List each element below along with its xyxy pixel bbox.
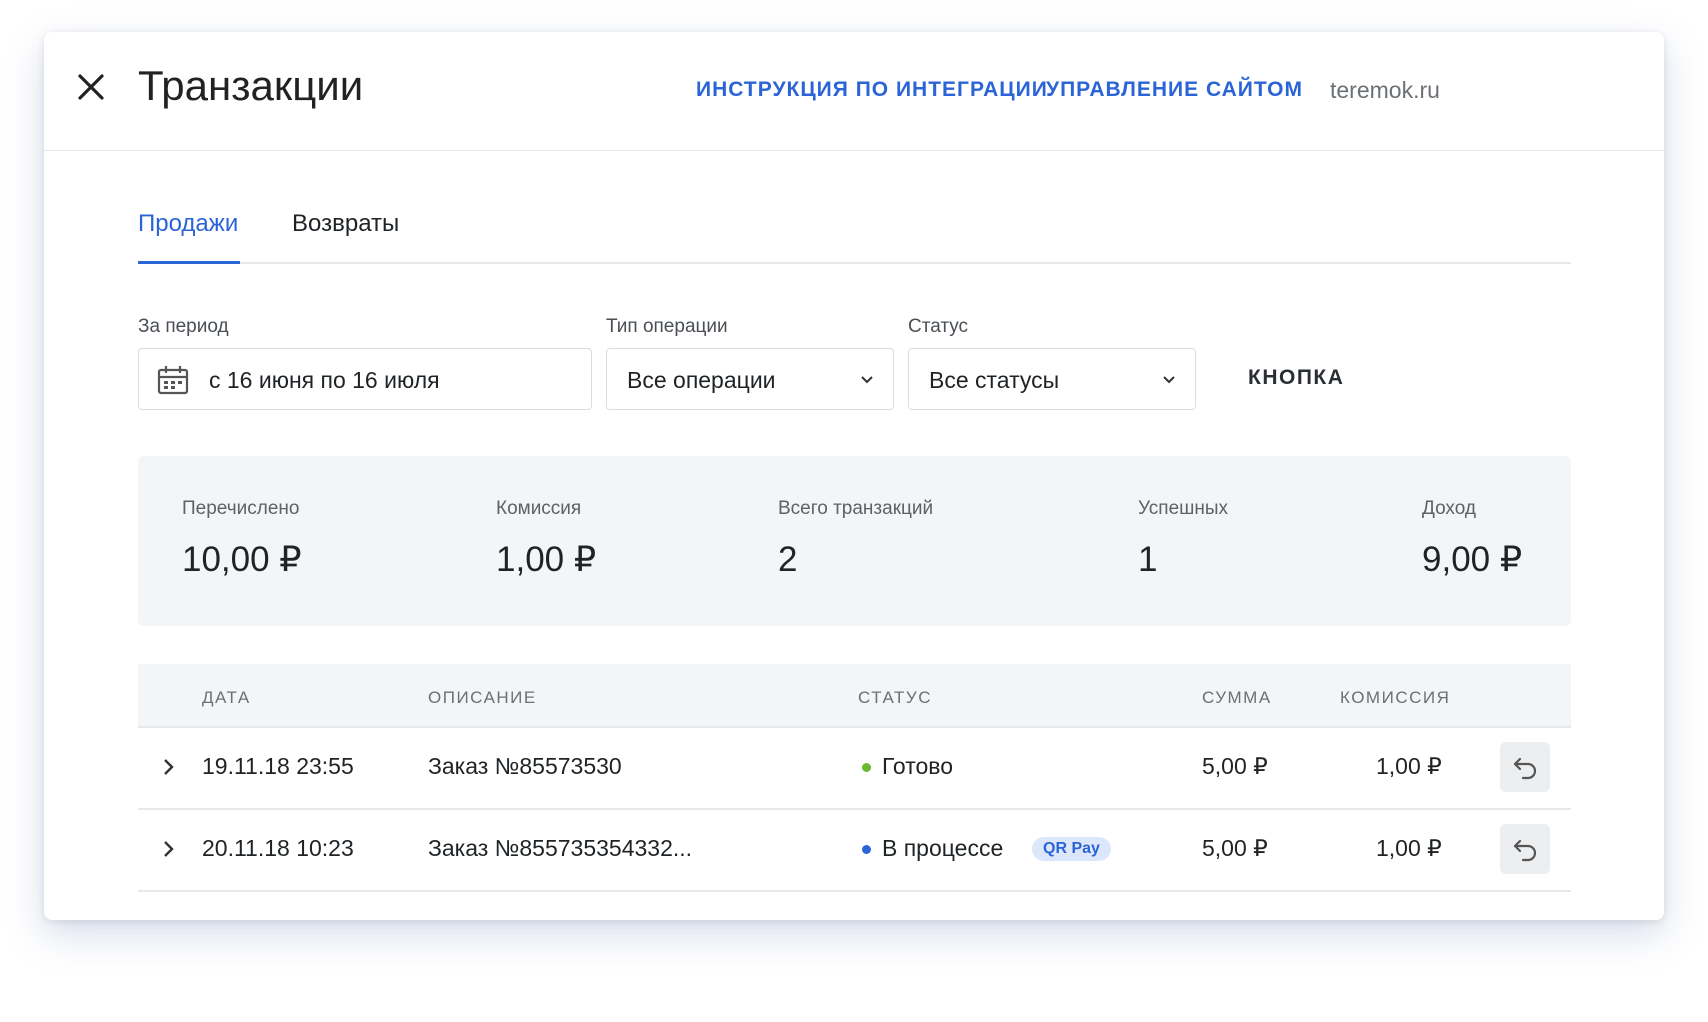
site-management-link[interactable]: УПРАВЛЕНИЕ САЙТОМ xyxy=(1046,78,1303,102)
refund-button[interactable] xyxy=(1500,742,1550,792)
operation-type-label: Тип операции xyxy=(606,316,728,337)
row-date: 19.11.18 23:55 xyxy=(202,753,354,779)
summary-total-label: Всего транзакций xyxy=(778,498,934,519)
summary-income-value: 9,00 ₽ xyxy=(1422,540,1523,579)
column-date: ДАТА xyxy=(202,688,251,707)
table-row[interactable]: 20.11.18 10:23 Заказ №855735354332... В … xyxy=(138,808,1571,892)
integration-guide-link[interactable]: ИНСТРУКЦИЯ ПО ИНТЕГРАЦИИ xyxy=(696,78,1048,102)
action-button[interactable]: КНОПКА xyxy=(1248,366,1344,390)
column-description: ОПИСАНИЕ xyxy=(428,688,537,707)
period-label: За период xyxy=(138,316,229,337)
status-select[interactable]: Все статусы xyxy=(908,348,1196,410)
site-domain: teremok.ru xyxy=(1330,77,1440,103)
column-status: СТАТУС xyxy=(858,688,933,707)
row-description: Заказ №85573530 xyxy=(428,753,622,779)
column-amount: СУММА xyxy=(1202,688,1272,707)
qr-pay-badge: QR Pay xyxy=(1032,837,1111,861)
period-picker[interactable]: с 16 июня по 16 июля xyxy=(138,348,592,410)
table-row[interactable]: 19.11.18 23:55 Заказ №85573530 Готово 5,… xyxy=(138,726,1571,810)
status-dot xyxy=(862,763,871,772)
transactions-panel: Транзакции ИНСТРУКЦИЯ ПО ИНТЕГРАЦИИ УПРА… xyxy=(44,32,1664,920)
calendar-icon xyxy=(157,366,189,395)
chevron-down-icon xyxy=(1163,376,1175,384)
panel-header: Транзакции ИНСТРУКЦИЯ ПО ИНТЕГРАЦИИ УПРА… xyxy=(44,32,1664,151)
summary-income-label: Доход xyxy=(1422,498,1476,519)
tab-sales[interactable]: Продажи xyxy=(138,210,241,264)
refund-button[interactable] xyxy=(1500,824,1550,874)
row-description: Заказ №855735354332... xyxy=(428,835,693,861)
column-commission: КОМИССИЯ xyxy=(1340,688,1451,707)
summary-commission-label: Комиссия xyxy=(496,498,582,519)
undo-icon xyxy=(1513,757,1537,780)
summary-success-label: Успешных xyxy=(1138,498,1229,519)
tabs-bar: Продажи Возвраты xyxy=(138,210,1571,264)
summary-success-value: 1 xyxy=(1138,540,1158,579)
row-status: В процессе xyxy=(882,835,1004,861)
table-header: ДАТА ОПИСАНИЕ СТАТУС СУММА КОМИССИЯ xyxy=(138,664,1571,728)
row-commission: 1,00 ₽ xyxy=(1376,753,1442,779)
summary-panel: Перечислено 10,00 ₽ Комиссия 1,00 ₽ Всег… xyxy=(138,456,1571,626)
row-amount: 5,00 ₽ xyxy=(1202,835,1268,861)
operation-type-value: Все операции xyxy=(627,367,776,393)
status-dot xyxy=(862,845,871,854)
period-value: с 16 июня по 16 июля xyxy=(209,367,440,393)
status-value: Все статусы xyxy=(929,367,1060,393)
row-status: Готово xyxy=(882,753,954,779)
summary-transferred-label: Перечислено xyxy=(182,498,300,519)
row-date: 20.11.18 10:23 xyxy=(202,835,354,861)
summary-total-value: 2 xyxy=(778,540,798,579)
status-label: Статус xyxy=(908,316,969,337)
row-amount: 5,00 ₽ xyxy=(1202,753,1268,779)
tab-returns[interactable]: Возвраты xyxy=(292,210,399,262)
chevron-down-icon xyxy=(861,376,873,384)
operation-type-select[interactable]: Все операции xyxy=(606,348,894,410)
undo-icon xyxy=(1513,839,1537,862)
chevron-right-icon[interactable] xyxy=(160,838,176,860)
summary-commission-value: 1,00 ₽ xyxy=(496,540,597,579)
summary-transferred-value: 10,00 ₽ xyxy=(182,540,302,579)
row-commission: 1,00 ₽ xyxy=(1376,835,1442,861)
chevron-right-icon[interactable] xyxy=(160,756,176,778)
page-title: Транзакции xyxy=(138,62,364,109)
close-icon[interactable] xyxy=(72,68,110,106)
